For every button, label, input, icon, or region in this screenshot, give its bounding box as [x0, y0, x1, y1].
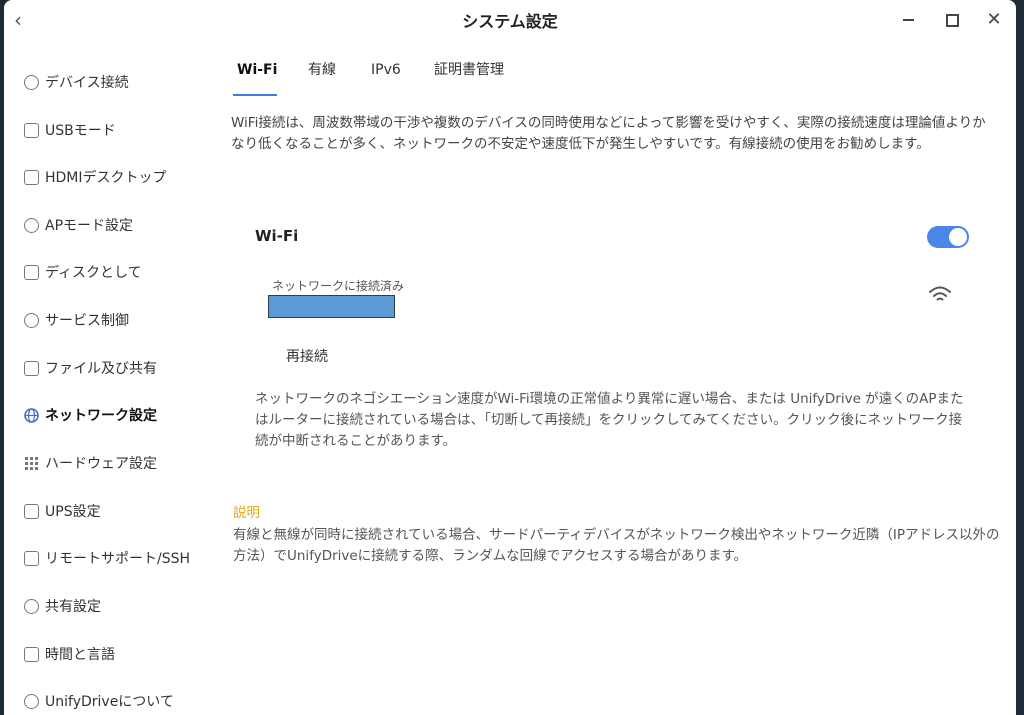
- sidebar-item-hdmi-desktop[interactable]: HDMIデスクトップ: [24, 163, 167, 191]
- usb-icon: [24, 122, 39, 138]
- monitor-icon: [24, 169, 39, 185]
- wifi-signal-icon: [928, 284, 952, 306]
- sidebar-item-label: 共有設定: [45, 599, 101, 615]
- language-icon: [24, 646, 39, 662]
- sidebar-item-time-language[interactable]: 時間と言語: [24, 640, 115, 668]
- sidebar-item-label: デバイス接続: [45, 75, 129, 91]
- tab-ipv6[interactable]: IPv6: [371, 58, 401, 98]
- reconnect-button[interactable]: 再接続: [286, 346, 328, 366]
- sidebar-item-label: APモード設定: [45, 218, 134, 234]
- toggle-icon: [24, 312, 39, 328]
- tab-wifi[interactable]: Wi-Fi: [237, 58, 277, 98]
- sidebar-item-label: リモートサポート/SSH: [45, 551, 191, 567]
- note-title: 説明: [233, 505, 260, 521]
- globe-icon: [24, 407, 39, 423]
- sidebar-item-service-control[interactable]: サービス制御: [24, 306, 129, 334]
- sidebar-item-label: ファイル及び共有: [45, 361, 157, 377]
- sidebar-item-network-settings[interactable]: ネットワーク設定: [24, 401, 157, 429]
- disk-icon: [24, 264, 39, 280]
- link-icon: [24, 74, 39, 90]
- sidebar-item-ups-settings[interactable]: UPS設定: [24, 497, 101, 525]
- sidebar-item-label: ディスクとして: [45, 265, 142, 281]
- sidebar-item-file-sharing[interactable]: ファイル及び共有: [24, 354, 157, 382]
- active-tab-indicator: [233, 94, 277, 96]
- remote-icon: [24, 550, 39, 566]
- note-body: 有線と無線が同時に接続されている場合、サードパーティデバイスがネットワーク検出や…: [233, 527, 1000, 564]
- close-button[interactable]: ✕: [983, 10, 1005, 30]
- sidebar-item-label: UnifyDriveについて: [45, 694, 174, 710]
- reconnect-description: ネットワークのネゴシエーション速度がWi-Fi環境の正常値より異常に遅い場合、ま…: [255, 391, 964, 449]
- wifi-section-title: Wi-Fi: [255, 227, 299, 245]
- sidebar-item-device-connection[interactable]: デバイス接続: [24, 68, 129, 96]
- sidebar-item-disk[interactable]: ディスクとして: [24, 258, 142, 286]
- wifi-toggle[interactable]: [927, 226, 969, 248]
- maximize-button[interactable]: [941, 10, 963, 30]
- ups-icon: [24, 503, 39, 519]
- sidebar-item-label: ネットワーク設定: [45, 408, 157, 424]
- sidebar-item-label: HDMIデスクトップ: [45, 170, 167, 186]
- ssid-redacted-box: [268, 295, 395, 318]
- title-bar: ‹ システム設定 ✕: [4, 0, 1016, 40]
- sidebar-item-label: UPS設定: [45, 504, 101, 520]
- settings-window: ‹ システム設定 ✕ デバイス接続 USBモード HDMIデスクトップ APモー…: [4, 0, 1016, 715]
- share-icon: [24, 598, 39, 614]
- sidebar-item-share-settings[interactable]: 共有設定: [24, 592, 101, 620]
- sidebar-item-label: ハードウェア設定: [45, 456, 157, 472]
- sidebar-item-label: サービス制御: [45, 313, 129, 329]
- wifi-intro-text: WiFi接続は、周波数帯域の干渉や複数のデバイスの同時使用などによって影響を受け…: [231, 115, 986, 152]
- grid-icon: [24, 456, 39, 471]
- user-icon: [24, 693, 39, 709]
- window-title: システム設定: [462, 12, 558, 31]
- sidebar-item-hardware-settings[interactable]: ハードウェア設定: [24, 449, 157, 477]
- sidebar-item-about[interactable]: UnifyDriveについて: [24, 687, 174, 715]
- tab-wired[interactable]: 有線: [308, 58, 336, 98]
- sidebar-item-label: USBモード: [45, 123, 116, 139]
- connection-status-label: ネットワークに接続済み: [272, 279, 405, 293]
- sidebar-item-remote-support[interactable]: リモートサポート/SSH: [24, 544, 190, 572]
- sidebar-item-usb-mode[interactable]: USBモード: [24, 116, 116, 144]
- minimize-button[interactable]: [898, 10, 920, 30]
- file-icon: [24, 360, 39, 376]
- tab-certificates[interactable]: 証明書管理: [434, 58, 504, 98]
- ap-icon: [24, 217, 39, 233]
- sidebar-item-ap-mode[interactable]: APモード設定: [24, 211, 133, 239]
- sidebar-item-label: 時間と言語: [45, 647, 115, 663]
